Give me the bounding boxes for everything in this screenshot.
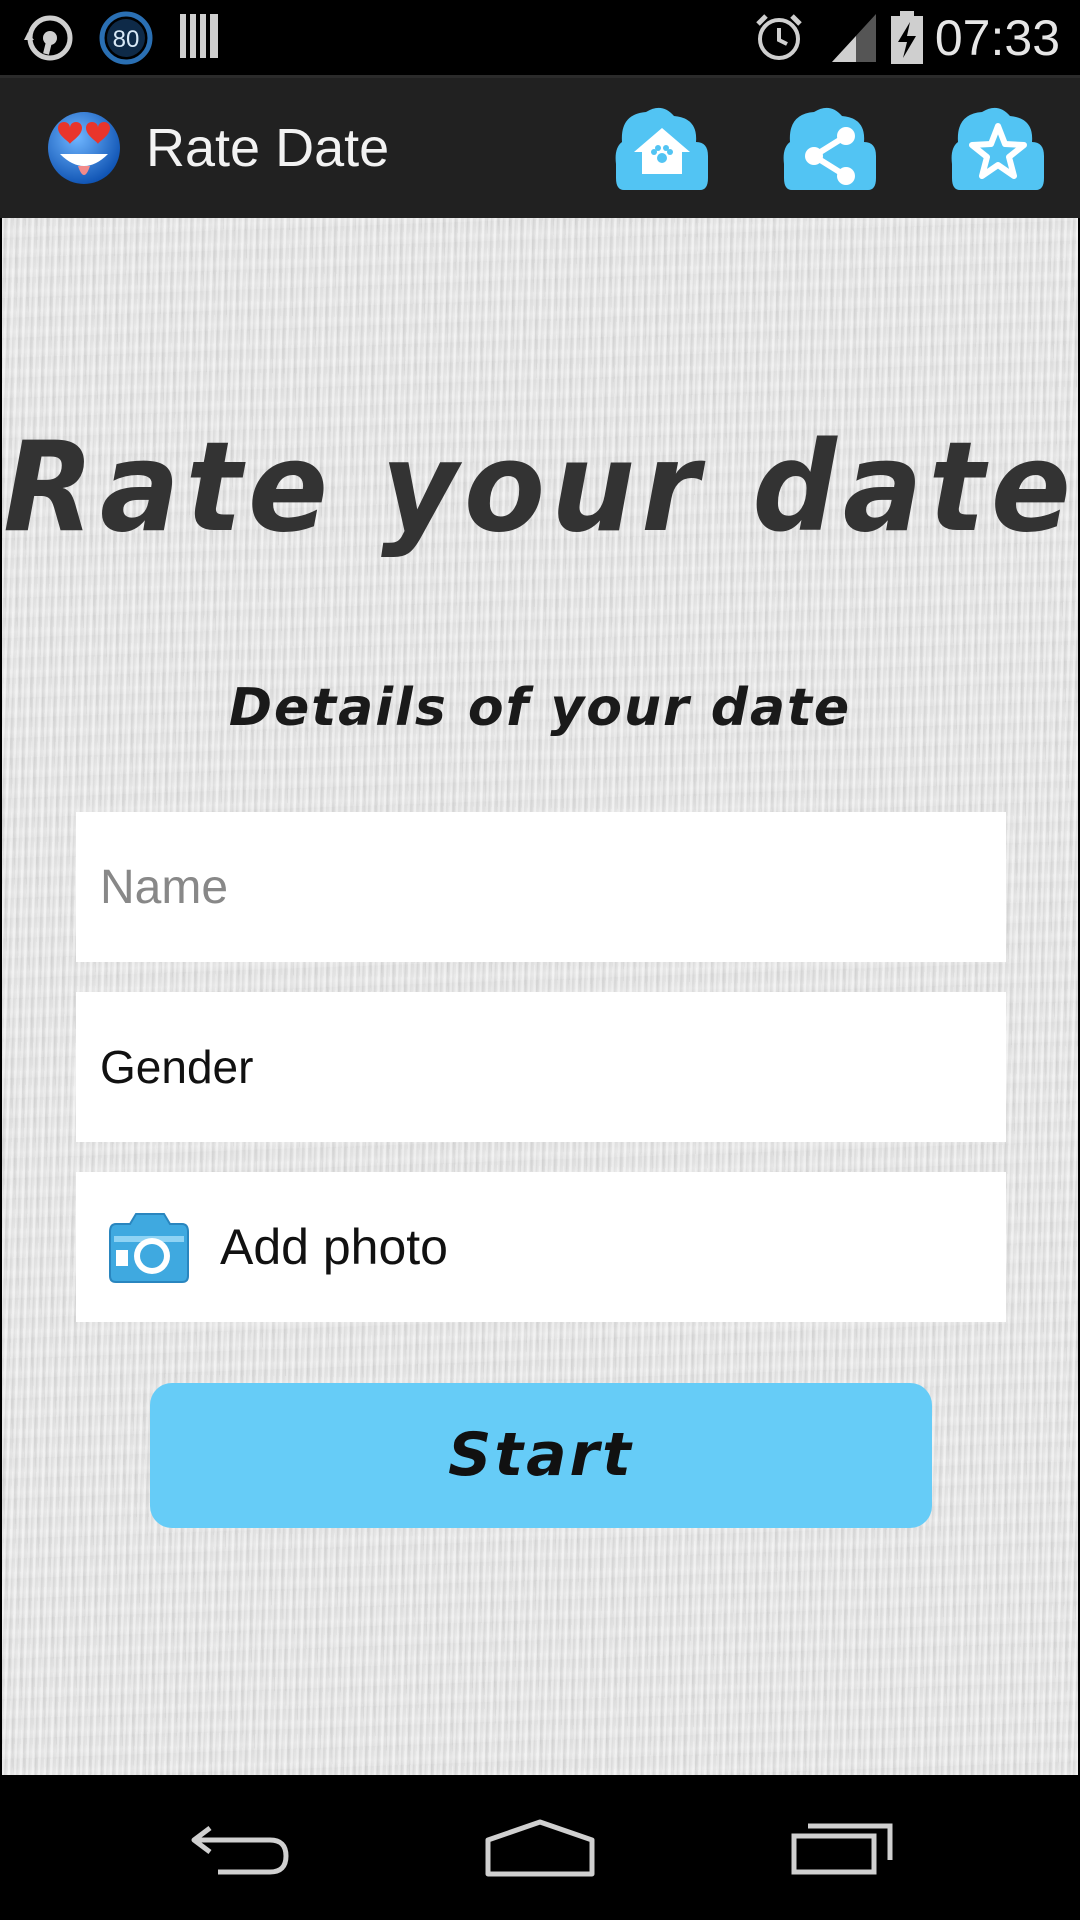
status-time: 07:33 [934,10,1060,66]
action-bar: Rate Date [0,75,1080,218]
home-button[interactable] [612,98,712,198]
battery-saver-level: 80 [113,26,140,53]
favorite-button[interactable] [948,98,1048,198]
home-icon [615,107,708,190]
app-title: Rate Date [146,118,390,178]
share-icon [783,107,876,190]
gender-value: Gender [100,1041,254,1093]
back-icon [191,1825,289,1874]
nav-home-button[interactable] [430,1775,650,1920]
signal-icon [830,10,878,68]
app-logo-icon [44,108,124,196]
screen: 80 07:33 Rate Date Rate your date Detail… [0,0,1080,1920]
add-photo-field[interactable]: Add photo [76,1172,1006,1322]
recent-apps-button[interactable] [732,1775,952,1920]
battery-saver-badge: 80 [98,10,154,70]
status-bar: 80 07:33 [0,0,1080,75]
barcode-icon [178,10,222,66]
alarm-icon [752,10,806,68]
back-button[interactable] [130,1775,350,1920]
navigation-bar [0,1775,1080,1920]
start-button[interactable]: Start [150,1383,932,1528]
add-photo-label: Add photo [220,1219,448,1275]
star-icon [951,107,1044,190]
camera-icon [106,1210,190,1290]
page-subtitle: Details of your date [228,678,852,738]
recent-apps-icon [791,1823,893,1874]
page-title: Rate your date [3,414,1077,560]
gender-field[interactable]: Gender [76,992,1006,1142]
name-field[interactable] [76,812,1006,962]
content-area: Rate your date Details of your date Gend… [2,218,1078,1775]
name-input[interactable] [100,812,980,962]
sync-icon [22,10,78,70]
nav-home-icon [485,1819,595,1876]
battery-charging-icon [890,10,924,70]
share-button[interactable] [780,98,880,198]
